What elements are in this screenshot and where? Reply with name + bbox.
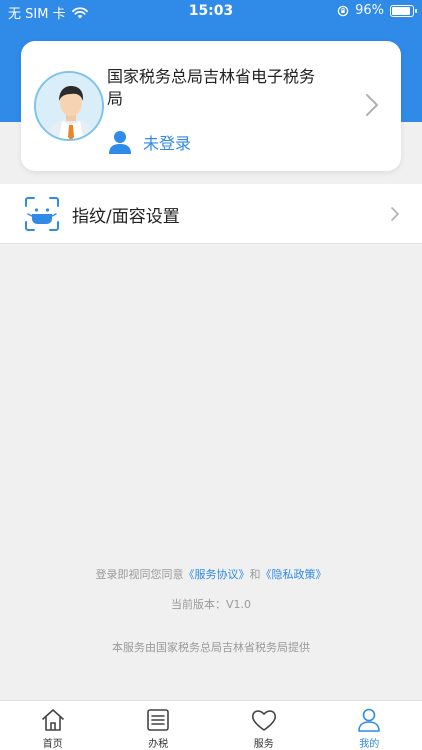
profile-card[interactable]: 国家税务总局吉林省电子税务局 未登录 (21, 41, 401, 171)
version-label: 当前版本：V1.0 (170, 598, 252, 611)
organization-name: 国家税务总局吉林省电子税务局 (107, 67, 316, 108)
battery-percent: 96% (355, 3, 384, 18)
orientation-lock-icon (337, 5, 349, 16)
battery-fill (392, 6, 411, 15)
tab-label: 首页 (42, 739, 63, 750)
provider-label: 本服务由国家税务总局吉林省税务局提供 (112, 641, 310, 654)
tab-label: 办税 (148, 739, 169, 750)
chevron-right-icon (366, 94, 378, 116)
service-agreement-link[interactable]: 《服务协议》 (184, 568, 250, 581)
tab-mine[interactable]: 我的 (317, 701, 422, 750)
home-icon (41, 709, 64, 731)
status-bar: 无 SIM 卡 15:03 96% (0, 0, 422, 24)
tab-bar: 首页 办税 服务 我的 (0, 700, 422, 750)
agreement-conjunction: 和 (249, 568, 261, 581)
login-status-label: 未登录 (143, 134, 192, 153)
biometric-settings-row[interactable]: 指纹/面容设置 (0, 184, 422, 244)
biometric-settings-label: 指纹/面容设置 (72, 207, 180, 227)
user-avatar-illustration (36, 73, 102, 139)
chevron-right-icon (391, 207, 399, 221)
avatar (34, 71, 104, 141)
tab-label: 服务 (253, 739, 274, 750)
agreement-prefix: 登录即视同您同意 (95, 568, 184, 581)
login-status-row[interactable]: 未登录 (107, 129, 191, 155)
tab-home[interactable]: 首页 (0, 701, 106, 750)
battery-icon (390, 4, 417, 17)
face-id-icon (25, 197, 59, 231)
tab-tax[interactable]: 办税 (106, 701, 212, 750)
heart-icon (251, 710, 276, 731)
tab-label: 我的 (359, 739, 380, 750)
privacy-policy-link[interactable]: 《隐私政策》 (261, 568, 327, 581)
person-icon (358, 708, 381, 732)
tab-service[interactable]: 服务 (211, 701, 317, 750)
list-icon (147, 709, 170, 731)
person-icon (109, 131, 131, 154)
agreement-notice: 登录即视同您同意《服务协议》和《隐私政策》 (0, 566, 422, 582)
